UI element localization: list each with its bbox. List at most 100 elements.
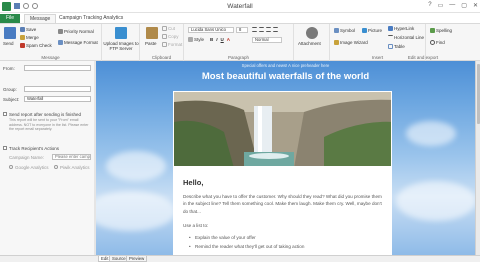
window-controls: ? ▭ — ▢ ✕ — [428, 2, 478, 9]
upload-images-icon[interactable] — [115, 27, 127, 39]
close-button[interactable]: ✕ — [473, 2, 478, 9]
picture-button[interactable]: Picture — [362, 28, 382, 33]
email-editor[interactable]: Special offers and news! A nice preheade… — [96, 61, 480, 255]
align-right-icon[interactable] — [266, 27, 271, 32]
waterfall-image — [173, 91, 392, 167]
merge-button[interactable]: Merge — [20, 35, 39, 40]
group-label-clipboard: Clipboard — [151, 55, 172, 60]
paste-button[interactable]: Paste — [145, 41, 157, 46]
style-button[interactable]: Style — [188, 37, 204, 42]
ribbon-group-upload: Upload Images to FTP Server — [102, 24, 140, 61]
paragraph-style-select[interactable]: Normal — [252, 37, 282, 43]
body-paragraph: Describe what you have to offer the cust… — [183, 194, 382, 214]
track-actions-label: Track Recipient's Actions — [9, 146, 59, 151]
send-icon[interactable] — [4, 27, 16, 39]
attachment-button[interactable]: Attachment — [298, 41, 321, 46]
preheader-text: Special offers and news! A nice preheade… — [241, 63, 330, 68]
text-format-buttons[interactable]: B I U A — [210, 37, 230, 42]
ribbon: Send Save Merge Spam Check Priority Norm… — [0, 23, 480, 61]
text-color-icon[interactable]: A — [227, 37, 230, 42]
from-label: From: — [3, 66, 15, 71]
symbol-button[interactable]: Symbol — [334, 28, 355, 33]
omega-icon — [334, 28, 339, 33]
group-label-paragraph: Paragraph — [227, 55, 249, 60]
save-icon — [20, 27, 25, 32]
tab-campaign-tracking[interactable]: Campaign Tracking Analytics — [54, 14, 128, 23]
justify-icon[interactable] — [273, 27, 278, 32]
bold-icon[interactable]: B — [210, 37, 213, 42]
subject-field[interactable]: Waterfall — [24, 96, 91, 102]
tab-message[interactable]: Message — [24, 14, 57, 23]
spam-check-icon — [20, 43, 25, 48]
subject-label: Subject: — [3, 97, 20, 102]
campaign-name-label: Campaign Name: — [9, 155, 45, 160]
font-size-select[interactable]: 8 — [236, 27, 248, 33]
group-label: Group: — [3, 87, 17, 92]
save-button[interactable]: Save — [20, 27, 36, 32]
group-label-edit: Edit and export — [407, 55, 439, 60]
cloud-decoration — [406, 121, 456, 146]
send-report-note: This report will be sent to your "From" … — [9, 118, 89, 131]
cloud-decoration — [396, 181, 476, 221]
italic-icon[interactable]: I — [216, 37, 217, 42]
hyperlink-button[interactable]: HyperLink — [388, 26, 414, 31]
scissors-icon — [162, 26, 167, 31]
ribbon-group-attach: Attachment — [294, 24, 330, 61]
send-report-checkbox[interactable] — [3, 112, 7, 116]
list-item: Remind the reader what they'll get out o… — [189, 244, 304, 249]
send-report-label: Send report after sending is finished — [9, 112, 82, 117]
line-icon — [388, 35, 393, 40]
spelling-button[interactable]: Spelling — [430, 28, 452, 33]
ribbon-group-message: Send Save Merge Spam Check Priority Norm… — [0, 24, 102, 61]
horizontal-line-button[interactable]: Horizontal Line — [388, 35, 424, 40]
greeting-text: Hello, — [183, 178, 204, 187]
group-label-message: Message — [41, 55, 60, 60]
campaign-name-input[interactable]: Please enter campaign — [52, 154, 91, 160]
piwik-label: Piwik Analytics — [60, 165, 90, 170]
align-buttons[interactable] — [252, 27, 278, 32]
group-field[interactable] — [24, 86, 91, 92]
attachment-icon[interactable] — [306, 27, 318, 39]
underline-icon[interactable]: U — [221, 37, 224, 42]
tab-preview[interactable]: Preview — [126, 256, 148, 262]
format-icon — [58, 40, 63, 45]
priority-dropdown[interactable]: Priority Normal — [58, 29, 94, 34]
cloud-decoration — [106, 151, 166, 181]
title-bar: Waterfall ? ▭ — ▢ ✕ — [0, 0, 480, 13]
track-actions-checkbox[interactable] — [3, 146, 7, 150]
cloud-decoration — [96, 191, 176, 231]
spelling-icon — [430, 28, 435, 33]
align-center-icon[interactable] — [259, 27, 264, 32]
font-name-select[interactable]: Lucida Sans Unico — [188, 27, 234, 33]
image-wizard-button[interactable]: Image Wizard — [334, 40, 368, 45]
merge-icon — [20, 35, 25, 40]
email-headline: Most beautiful waterfalls of the world — [201, 71, 370, 82]
spam-check-button[interactable]: Spam Check — [20, 43, 52, 48]
piwik-radio[interactable] — [54, 165, 58, 169]
google-analytics-label: Google Analytics — [15, 165, 49, 170]
link-icon — [388, 26, 393, 31]
align-left-icon[interactable] — [252, 27, 257, 32]
minimize-button[interactable]: — — [449, 2, 455, 9]
tab-file[interactable]: File — [0, 14, 20, 23]
ribbon-display-button[interactable]: ▭ — [438, 2, 444, 9]
editor-scrollbar[interactable] — [475, 61, 480, 255]
search-icon — [430, 40, 435, 45]
send-button[interactable]: Send — [3, 41, 14, 46]
ribbon-tabs: File Message Campaign Tracking Analytics — [0, 13, 480, 23]
google-analytics-radio[interactable] — [9, 165, 13, 169]
email-content: Hello, Describe what you have to offer t… — [173, 167, 392, 255]
table-button[interactable]: Table — [388, 44, 405, 49]
find-button[interactable]: Find — [430, 40, 445, 45]
upload-images-button[interactable]: Upload Images to FTP Server — [103, 41, 139, 51]
paste-icon[interactable] — [146, 27, 158, 39]
message-format-dropdown[interactable]: Message Format — [58, 40, 98, 45]
help-button[interactable]: ? — [428, 2, 431, 9]
maximize-button[interactable]: ▢ — [461, 2, 467, 9]
from-field[interactable] — [24, 65, 91, 71]
cut-button[interactable]: Cut — [162, 26, 175, 31]
copy-button[interactable]: Copy — [162, 34, 179, 39]
picture-icon — [362, 28, 367, 33]
style-icon — [188, 37, 193, 42]
format-painter-button[interactable]: Format — [162, 42, 182, 47]
